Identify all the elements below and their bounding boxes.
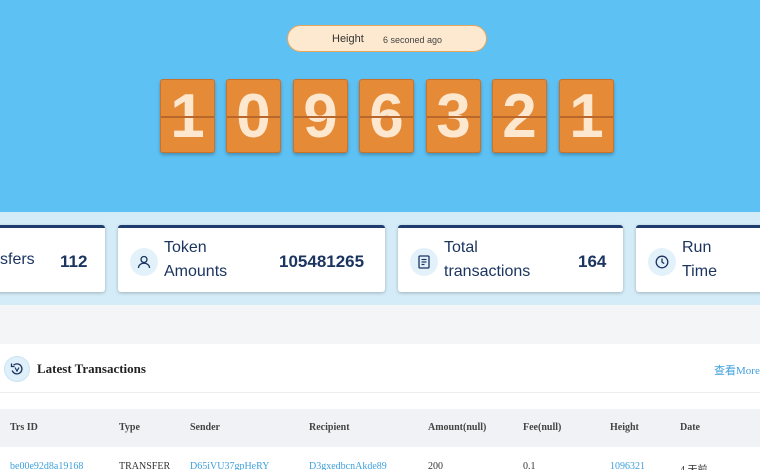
type-cell: TRANSFER — [119, 461, 171, 470]
trs-id-link[interactable]: be00e92d8a19168 — [10, 461, 83, 470]
recipient-link[interactable]: D3gxedbcnAkde89 — [309, 461, 387, 470]
transactions-icon — [4, 356, 30, 382]
stat-value: 112 — [60, 252, 88, 271]
stat-title: sfers — [0, 251, 35, 268]
height-badge: Height 6 seconed ago — [287, 25, 487, 52]
height-digit: 6 — [359, 79, 414, 153]
stat-title-line1: Total — [444, 239, 478, 256]
section-title: Latest Transactions — [37, 361, 146, 376]
stat-value: 164 — [578, 252, 607, 271]
column-header-type: Type — [119, 422, 140, 433]
column-header-sender: Sender — [190, 422, 220, 433]
amount-cell: 200 — [428, 461, 443, 470]
height-digit: 9 — [293, 79, 348, 153]
fee-cell: 0.1 — [523, 461, 536, 470]
height-digit: 2 — [492, 79, 547, 153]
stat-title-line1: Token — [164, 239, 207, 256]
column-header-amount: Amount(null) — [428, 422, 487, 433]
column-header-height: Height — [610, 422, 639, 433]
height-digit: 3 — [426, 79, 481, 153]
stat-value: 105481265 — [279, 252, 365, 271]
stat-card-transfers[interactable]: sfers 112 — [0, 225, 105, 292]
table-header — [0, 409, 760, 447]
column-header-fee: Fee(null) — [523, 422, 562, 433]
height-label: Height — [332, 33, 364, 45]
view-more-link[interactable]: 查看More — [714, 362, 760, 378]
clock-icon — [648, 248, 676, 276]
column-header-trs-id: Trs ID — [10, 422, 38, 433]
divider — [0, 392, 760, 393]
height-digit: 0 — [226, 79, 281, 153]
date-cell: 4 天前 — [680, 461, 708, 470]
stat-title-line2: Time — [682, 263, 717, 280]
sender-link[interactable]: D65iVU37gpHeRY — [190, 461, 269, 470]
height-link[interactable]: 1096321 — [610, 461, 645, 470]
column-header-date: Date — [680, 422, 700, 433]
height-updated-time: 6 seconed ago — [383, 35, 443, 45]
stat-card-run-time[interactable]: Run Time — [636, 225, 760, 292]
height-digit: 1 — [160, 79, 215, 153]
stat-title-line2: transactions — [444, 263, 531, 280]
column-header-recipient: Recipient — [309, 422, 350, 433]
stat-title-line1: Run — [682, 239, 712, 256]
stat-card-token-amounts[interactable]: Token Amounts 105481265 — [118, 225, 385, 292]
document-icon — [410, 248, 438, 276]
stat-card-total-transactions[interactable]: Total transactions 164 — [398, 225, 623, 292]
user-icon — [130, 248, 158, 276]
stat-title-line2: Amounts — [164, 263, 228, 280]
height-digit: 1 — [559, 79, 614, 153]
